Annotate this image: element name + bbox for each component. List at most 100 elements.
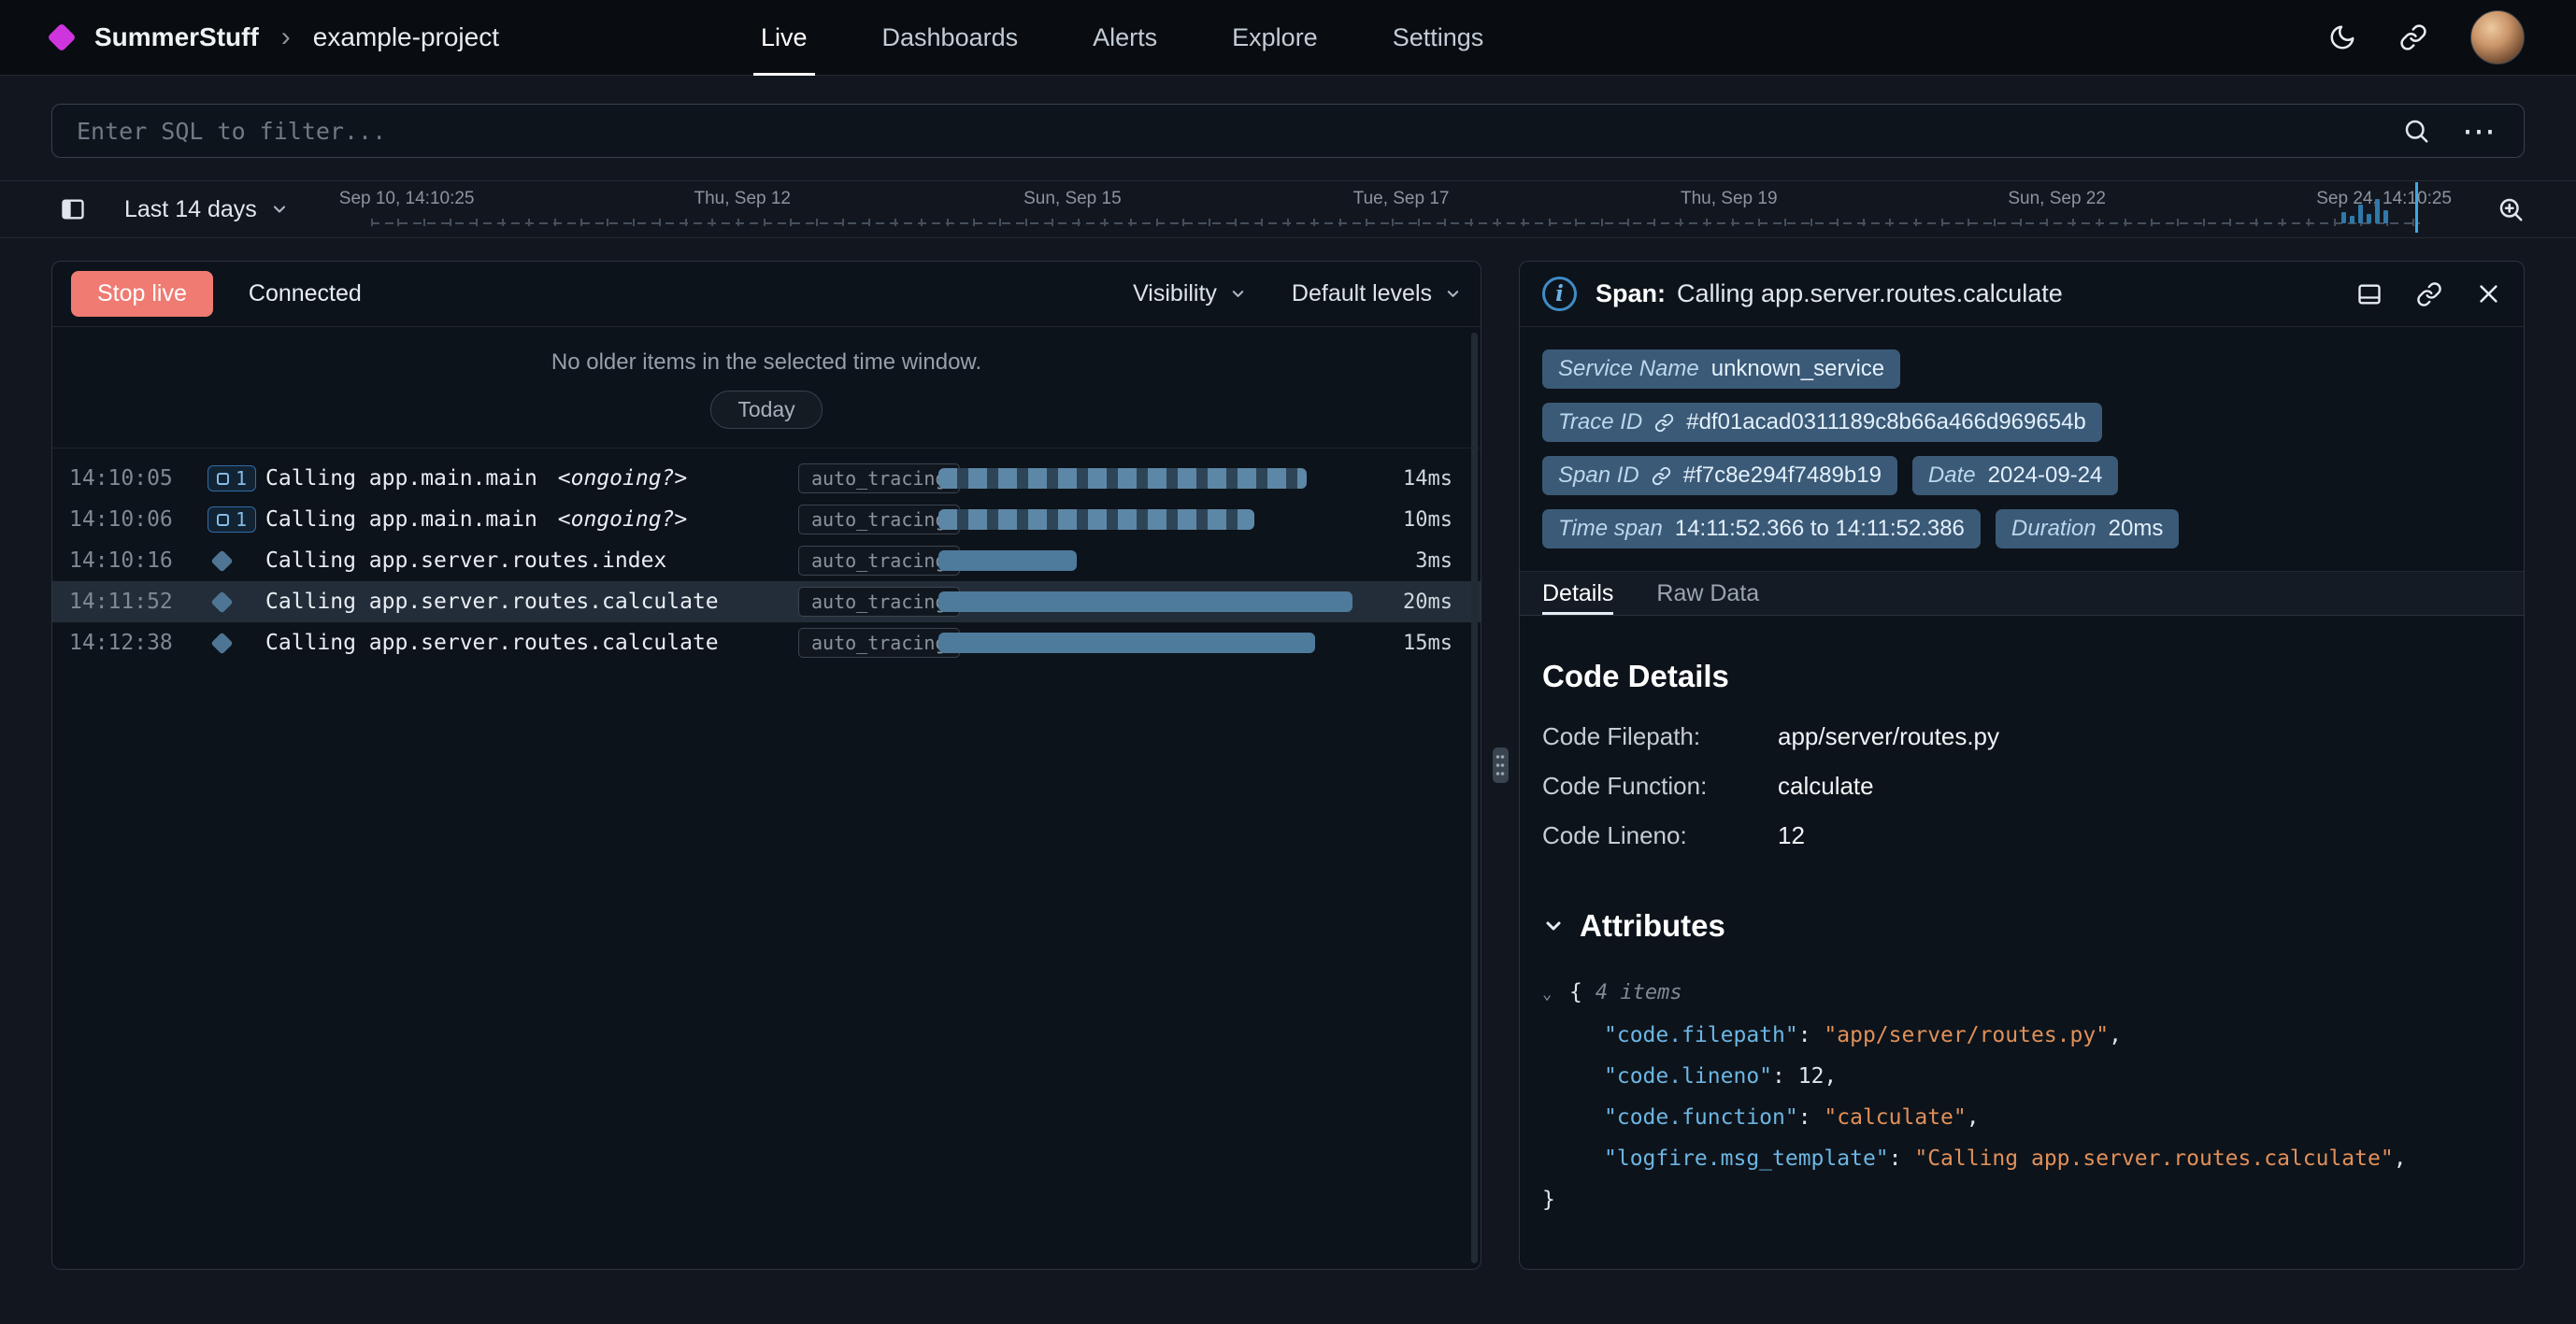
- default-levels-dropdown[interactable]: Default levels: [1292, 280, 1462, 307]
- timeline-activity-bar: [2358, 205, 2363, 223]
- chevron-down-icon: [270, 200, 289, 219]
- close-detail-button[interactable]: [2476, 281, 2501, 306]
- row-timestamp: 14:10:06: [69, 507, 208, 532]
- more-options-button[interactable]: ⋯: [2462, 114, 2499, 148]
- json-key: "code.lineno": [1604, 1064, 1772, 1089]
- layout-icon: [2356, 281, 2383, 307]
- row-ongoing-suffix: <ongoing?>: [558, 507, 687, 532]
- nav-tab-explore[interactable]: Explore: [1195, 0, 1355, 76]
- row-tag: auto_tracing: [798, 505, 960, 534]
- live-header-controls: Visibility Default levels: [1133, 280, 1462, 307]
- nav-tab-dashboards[interactable]: Dashboards: [845, 0, 1056, 76]
- row-icon-cell: [208, 553, 265, 569]
- left-panel-scrollbar[interactable]: [1471, 333, 1478, 1263]
- user-avatar[interactable]: [2470, 10, 2525, 64]
- sidebar-toggle-button[interactable]: [51, 188, 94, 231]
- badge-value: #f7c8e294f7489b19: [1683, 463, 1882, 489]
- row-duration-bar-track: [938, 549, 1355, 572]
- stop-live-button[interactable]: Stop live: [71, 271, 213, 317]
- badge-row: Span ID#f7c8e294f7489b19Date2024-09-24: [1542, 456, 2501, 495]
- timeline-chart[interactable]: Sep 10, 14:10:25Thu, Sep 12Sun, Sep 15Tu…: [339, 180, 2452, 238]
- nav-tab-settings[interactable]: Settings: [1355, 0, 1522, 76]
- span-badge-span-id[interactable]: Span ID #f7c8e294f7489b19: [1542, 456, 1897, 495]
- time-range-label: Last 14 days: [124, 196, 257, 223]
- sql-filter-placeholder: Enter SQL to filter...: [77, 118, 2402, 145]
- log-row[interactable]: 14:11:52 Calling app.server.routes.calcul…: [52, 581, 1481, 622]
- collapse-chevron-icon: ⌄: [1542, 974, 1561, 1015]
- share-link-button[interactable]: [2399, 23, 2427, 51]
- attributes-section-toggle[interactable]: Attributes: [1542, 908, 2501, 944]
- log-row[interactable]: 14:10:16Calling app.server.routes.indexa…: [52, 540, 1481, 581]
- collapsed-children-badge[interactable]: 1: [208, 506, 256, 533]
- chevron-down-icon: [1444, 285, 1462, 303]
- row-tag: auto_tracing: [798, 463, 960, 493]
- brand[interactable]: SummerStuff: [51, 22, 259, 52]
- json-key: "logfire.msg_template": [1604, 1146, 1889, 1171]
- visibility-dropdown[interactable]: Visibility: [1133, 280, 1247, 307]
- link-icon: [2416, 281, 2442, 307]
- badge-value: 20ms: [2109, 516, 2164, 542]
- row-message: Calling app.server.routes.calculate: [265, 590, 798, 614]
- log-row[interactable]: 14:10:061Calling app.main.main<ongoing?>…: [52, 499, 1481, 540]
- row-duration-bar-track: [938, 632, 1355, 654]
- collapsed-children-badge[interactable]: 1: [208, 465, 256, 491]
- nav-right: [2328, 10, 2525, 64]
- code-detail-value: calculate: [1778, 772, 2501, 801]
- span-badge-trace-id[interactable]: Trace ID#df01acad0311189c8b66a466d969654…: [1542, 403, 2102, 442]
- badge-label: Time span: [1558, 516, 1663, 542]
- layout-toggle-button[interactable]: [2356, 281, 2383, 307]
- time-range-dropdown[interactable]: Last 14 days: [124, 196, 289, 223]
- detail-tab-raw-data[interactable]: Raw Data: [1656, 572, 1759, 615]
- row-tag: auto_tracing: [798, 546, 960, 576]
- badge-row: Time span14:11:52.366 to 14:11:52.386Dur…: [1542, 509, 2501, 548]
- timeline-tick-label: Thu, Sep 19: [1681, 189, 1778, 209]
- main-split: Stop live Connected Visibility Default l…: [51, 261, 2525, 1270]
- span-diamond-icon: [210, 632, 233, 654]
- chevron-down-icon: [1542, 915, 1565, 937]
- log-row[interactable]: 14:12:38Calling app.server.routes.calcul…: [52, 622, 1481, 663]
- panel-resize-divider[interactable]: [1481, 261, 1519, 1270]
- log-row[interactable]: 14:10:051Calling app.main.main<ongoing?>…: [52, 458, 1481, 499]
- panel-resize-handle[interactable]: [1493, 747, 1509, 783]
- timeline-tick-label: Thu, Sep 12: [694, 189, 791, 209]
- attributes-json-viewer: ⌄{4 items "code.filepath": "app/server/r…: [1542, 972, 2501, 1220]
- copy-span-link-button[interactable]: [2416, 281, 2442, 307]
- timeline-dashed-line: [371, 222, 2420, 224]
- row-ongoing-suffix: <ongoing?>: [558, 466, 687, 491]
- org-name[interactable]: SummerStuff: [94, 22, 259, 52]
- detail-tab-details[interactable]: Details: [1542, 572, 1613, 615]
- detail-body: Code Details Code Filepath:app/server/ro…: [1520, 616, 2524, 1269]
- nav-tab-alerts[interactable]: Alerts: [1055, 0, 1195, 76]
- detail-tabs: Details Raw Data: [1520, 571, 2524, 616]
- nav-tab-live[interactable]: Live: [723, 0, 845, 76]
- row-duration-bar: [938, 468, 1307, 489]
- row-icon-cell: 1: [208, 465, 265, 491]
- row-tag: auto_tracing: [798, 628, 960, 658]
- row-duration-label: 14ms: [1355, 467, 1453, 491]
- row-timestamp: 14:11:52: [69, 590, 208, 614]
- code-details-title: Code Details: [1542, 659, 2501, 694]
- row-duration-label: 10ms: [1355, 508, 1453, 532]
- badge-value: 2024-09-24: [1988, 463, 2103, 489]
- badge-label: Duration: [2011, 516, 2097, 542]
- today-button[interactable]: Today: [710, 391, 822, 429]
- timeline-activity-bar: [2375, 199, 2380, 223]
- timeline-activity-bar: [2350, 216, 2354, 223]
- theme-toggle-button[interactable]: [2328, 23, 2356, 51]
- json-key: "code.filepath": [1604, 1023, 1798, 1047]
- search-button[interactable]: [2402, 117, 2430, 145]
- sql-filter-input[interactable]: Enter SQL to filter... ⋯: [51, 104, 2525, 158]
- timeline-tick-label: Sun, Sep 22: [2008, 189, 2106, 209]
- badge-label: Span ID: [1558, 463, 1639, 489]
- timeline-activity-bar: [2367, 214, 2371, 223]
- code-detail-label: Code Lineno:: [1542, 821, 1778, 850]
- json-value: 12: [1798, 1064, 1825, 1089]
- json-open-line[interactable]: ⌄{4 items: [1542, 972, 2501, 1015]
- link-icon: [1652, 466, 1671, 486]
- project-name[interactable]: example-project: [313, 22, 499, 52]
- ellipsis-icon: ⋯: [2462, 111, 2499, 149]
- zoom-in-button[interactable]: [2497, 195, 2525, 223]
- detail-header-icons: [2356, 281, 2501, 307]
- badge-label: Service Name: [1558, 356, 1699, 382]
- json-value: "app/server/routes.py": [1824, 1023, 2109, 1047]
